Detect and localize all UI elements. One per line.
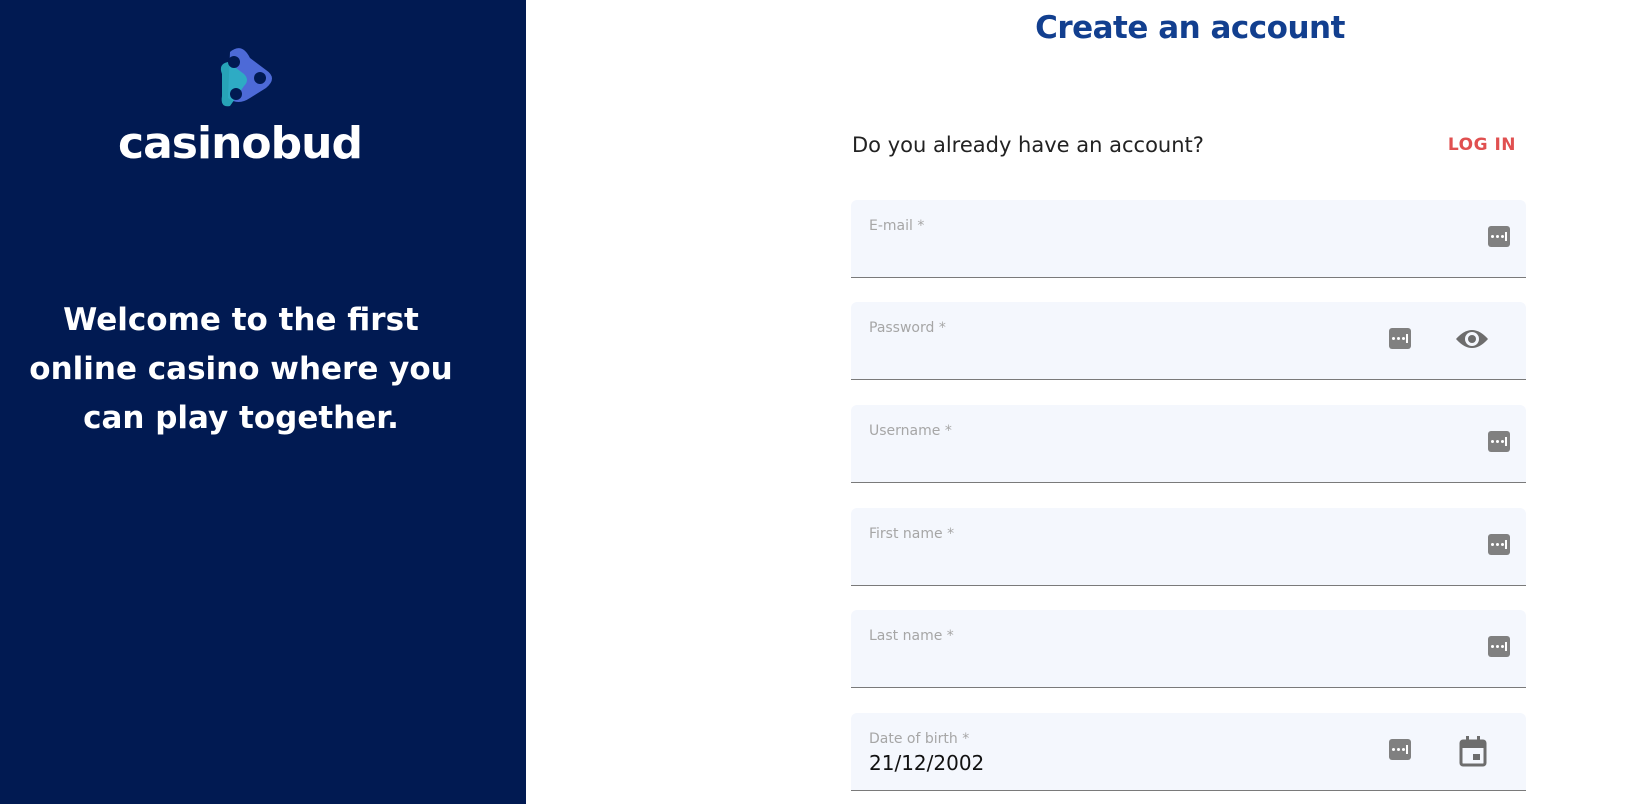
casinobud-logo-icon (220, 48, 272, 107)
password-manager-icon[interactable] (1488, 226, 1510, 247)
welcome-text: Welcome to the first online casino where… (29, 302, 453, 436)
brand-name: casinobud (118, 118, 363, 169)
username-label: Username * (869, 423, 952, 439)
email-input[interactable] (869, 238, 1329, 262)
page-title: Create an account (1035, 10, 1345, 46)
first-name-input[interactable] (869, 546, 1329, 570)
last-name-input[interactable] (869, 648, 1329, 672)
password-manager-icon[interactable] (1389, 328, 1411, 349)
username-input[interactable] (869, 443, 1329, 467)
login-link[interactable]: LOG IN (1440, 135, 1516, 155)
last-name-field[interactable]: Last name * (851, 610, 1526, 688)
brand-panel: casinobud Welcome to the first online ca… (0, 0, 526, 804)
email-label: E-mail * (869, 218, 925, 234)
date-of-birth-label: Date of birth * (869, 731, 970, 747)
date-of-birth-input[interactable] (869, 751, 1329, 775)
first-name-label: First name * (869, 526, 955, 542)
password-manager-icon[interactable] (1488, 534, 1510, 555)
email-field[interactable]: E-mail * (851, 200, 1526, 278)
password-field[interactable]: Password * (851, 302, 1526, 380)
password-manager-icon[interactable] (1488, 431, 1510, 452)
date-of-birth-field[interactable]: Date of birth * (851, 713, 1526, 791)
have-account-text: Do you already have an account? (852, 133, 1204, 157)
username-field[interactable]: Username * (851, 405, 1526, 483)
calendar-icon[interactable] (1459, 735, 1487, 767)
password-manager-icon[interactable] (1389, 739, 1411, 760)
first-name-field[interactable]: First name * (851, 508, 1526, 586)
last-name-label: Last name * (869, 628, 954, 644)
eye-icon[interactable] (1455, 326, 1489, 352)
password-input[interactable] (869, 340, 1329, 364)
password-label: Password * (869, 320, 946, 336)
password-manager-icon[interactable] (1488, 636, 1510, 657)
